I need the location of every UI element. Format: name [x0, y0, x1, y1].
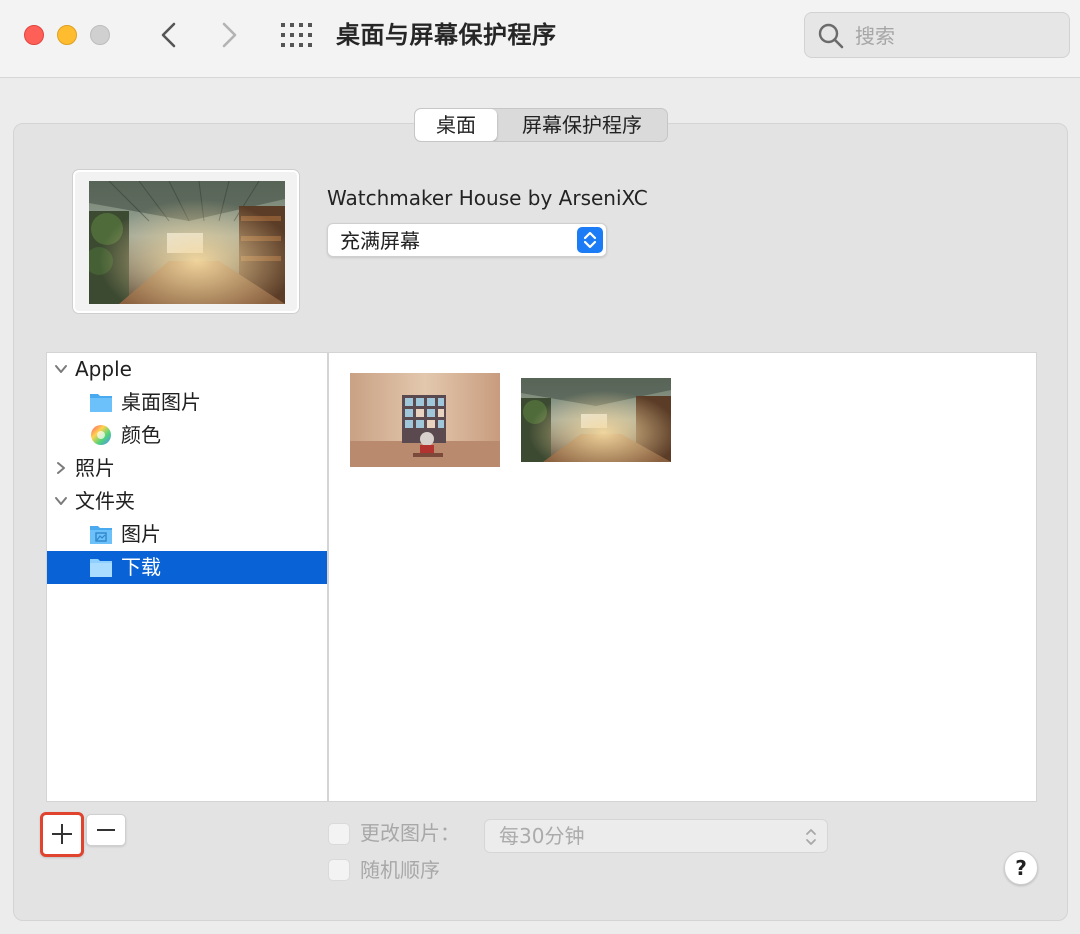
wallpaper-name: Watchmaker House by ArseniXC	[327, 186, 648, 210]
chevron-down-icon[interactable]	[54, 494, 68, 508]
zoom-window-button[interactable]	[90, 25, 110, 45]
tab-desktop[interactable]: 桌面	[415, 109, 497, 141]
image-grid	[328, 352, 1037, 802]
color-wheel-icon	[91, 425, 111, 445]
fit-mode-popup[interactable]: 充满屏幕	[327, 223, 607, 257]
random-order-checkbox[interactable]	[328, 859, 350, 881]
source-group-folders[interactable]: 文件夹	[47, 485, 327, 518]
close-window-button[interactable]	[24, 25, 44, 45]
remove-folder-button[interactable]	[86, 814, 126, 846]
change-picture-label: 更改图片：	[360, 821, 460, 845]
search-field[interactable]	[804, 12, 1070, 58]
pictures-folder-icon	[90, 526, 112, 544]
change-interval-value: 每30分钟	[499, 824, 585, 848]
tab-screen-saver[interactable]: 屏幕保护程序	[497, 109, 667, 141]
wallpaper-thumbnail-selected[interactable]	[521, 378, 671, 462]
add-folder-button[interactable]	[40, 812, 84, 857]
chevron-right-icon[interactable]	[54, 461, 68, 475]
source-group-apple[interactable]: Apple	[47, 353, 327, 386]
source-list: Apple 桌面图片 颜色 照片 文件夹 图片 下载	[46, 352, 328, 802]
show-all-grid-icon[interactable]	[280, 22, 312, 48]
minimize-window-button[interactable]	[57, 25, 77, 45]
back-icon[interactable]	[154, 18, 184, 52]
search-input[interactable]	[855, 21, 1055, 51]
downloads-folder-icon	[90, 559, 112, 577]
wallpaper-preview-image	[89, 181, 285, 304]
tab-bar: 桌面 屏幕保护程序	[414, 108, 668, 142]
wallpaper-preview	[73, 170, 299, 313]
window-title: 桌面与屏幕保护程序	[336, 21, 557, 49]
title-bar: 桌面与屏幕保护程序	[0, 0, 1080, 78]
source-item-desktop-pictures[interactable]: 桌面图片	[47, 386, 327, 419]
change-interval-popup[interactable]: 每30分钟	[484, 819, 828, 853]
wallpaper-thumbnail[interactable]	[350, 373, 500, 467]
popup-arrows-icon	[577, 227, 603, 253]
source-group-photos[interactable]: 照片	[47, 452, 327, 485]
change-picture-checkbox[interactable]	[328, 823, 350, 845]
help-button[interactable]: ?	[1004, 851, 1038, 885]
fit-mode-value: 充满屏幕	[340, 229, 420, 253]
minus-icon	[97, 829, 115, 831]
popup-arrows-icon	[806, 829, 816, 845]
forward-icon[interactable]	[214, 18, 244, 52]
folder-icon	[90, 394, 112, 412]
plus-icon	[52, 824, 72, 844]
chevron-down-icon[interactable]	[54, 362, 68, 376]
source-item-downloads[interactable]: 下载	[47, 551, 327, 584]
random-order-label: 随机顺序	[360, 858, 440, 882]
source-item-colors[interactable]: 颜色	[47, 419, 327, 452]
search-icon	[818, 23, 844, 49]
source-item-pictures[interactable]: 图片	[47, 518, 327, 551]
